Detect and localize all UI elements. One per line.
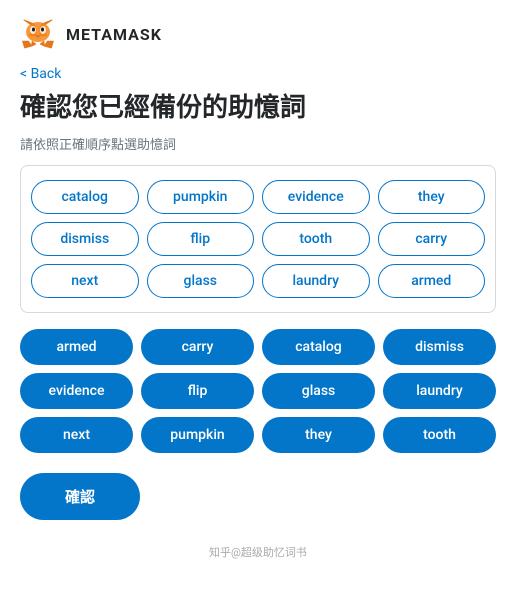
word-pool-chip[interactable]: carry <box>378 222 486 256</box>
selected-word-chip[interactable]: flip <box>141 373 254 409</box>
word-pool-chip[interactable]: armed <box>378 264 486 298</box>
word-pool-chip[interactable]: tooth <box>262 222 370 256</box>
word-pool-chip[interactable]: catalog <box>31 180 139 214</box>
app-logo-text: METAMASK <box>66 25 162 44</box>
metamask-logo-icon <box>20 16 56 52</box>
selected-word-chip[interactable]: carry <box>141 329 254 365</box>
selected-word-chip[interactable]: glass <box>262 373 375 409</box>
selected-word-chip[interactable]: evidence <box>20 373 133 409</box>
back-button[interactable]: < Back <box>0 60 516 82</box>
selected-words-area: armedcarrycatalogdismiss evidenceflipglas… <box>20 329 496 453</box>
selected-word-chip[interactable]: laundry <box>383 373 496 409</box>
selected-word-chip[interactable]: armed <box>20 329 133 365</box>
selected-word-chip[interactable]: they <box>262 417 375 453</box>
word-pool: catalogpumpkinevidencethey dismissfliptoo… <box>20 165 496 313</box>
selected-word-chip[interactable]: catalog <box>262 329 375 365</box>
header: METAMASK <box>0 0 516 60</box>
word-grid: catalogpumpkinevidencethey dismissfliptoo… <box>31 180 485 298</box>
word-pool-chip[interactable]: laundry <box>262 264 370 298</box>
word-pool-chip[interactable]: glass <box>147 264 255 298</box>
word-pool-chip[interactable]: they <box>378 180 486 214</box>
word-pool-chip[interactable]: evidence <box>262 180 370 214</box>
selected-word-chip[interactable]: pumpkin <box>141 417 254 453</box>
word-pool-chip[interactable]: flip <box>147 222 255 256</box>
selected-word-chip[interactable]: dismiss <box>383 329 496 365</box>
selected-word-chip[interactable]: tooth <box>383 417 496 453</box>
phone-frame: METAMASK < Back 確認您已經備份的助憶詞 請依照正確順序點選助憶詞… <box>0 0 516 596</box>
back-label: < Back <box>20 66 61 82</box>
confirm-button[interactable]: 確認 <box>20 473 140 520</box>
page-subtitle: 請依照正確順序點選助憶詞 <box>0 134 516 165</box>
word-pool-chip[interactable]: pumpkin <box>147 180 255 214</box>
word-pool-chip[interactable]: dismiss <box>31 222 139 256</box>
watermark: 知乎@超级助忆词书 <box>0 540 516 572</box>
word-pool-chip[interactable]: next <box>31 264 139 298</box>
page-title: 確認您已經備份的助憶詞 <box>0 82 516 134</box>
selected-word-chip[interactable]: next <box>20 417 133 453</box>
